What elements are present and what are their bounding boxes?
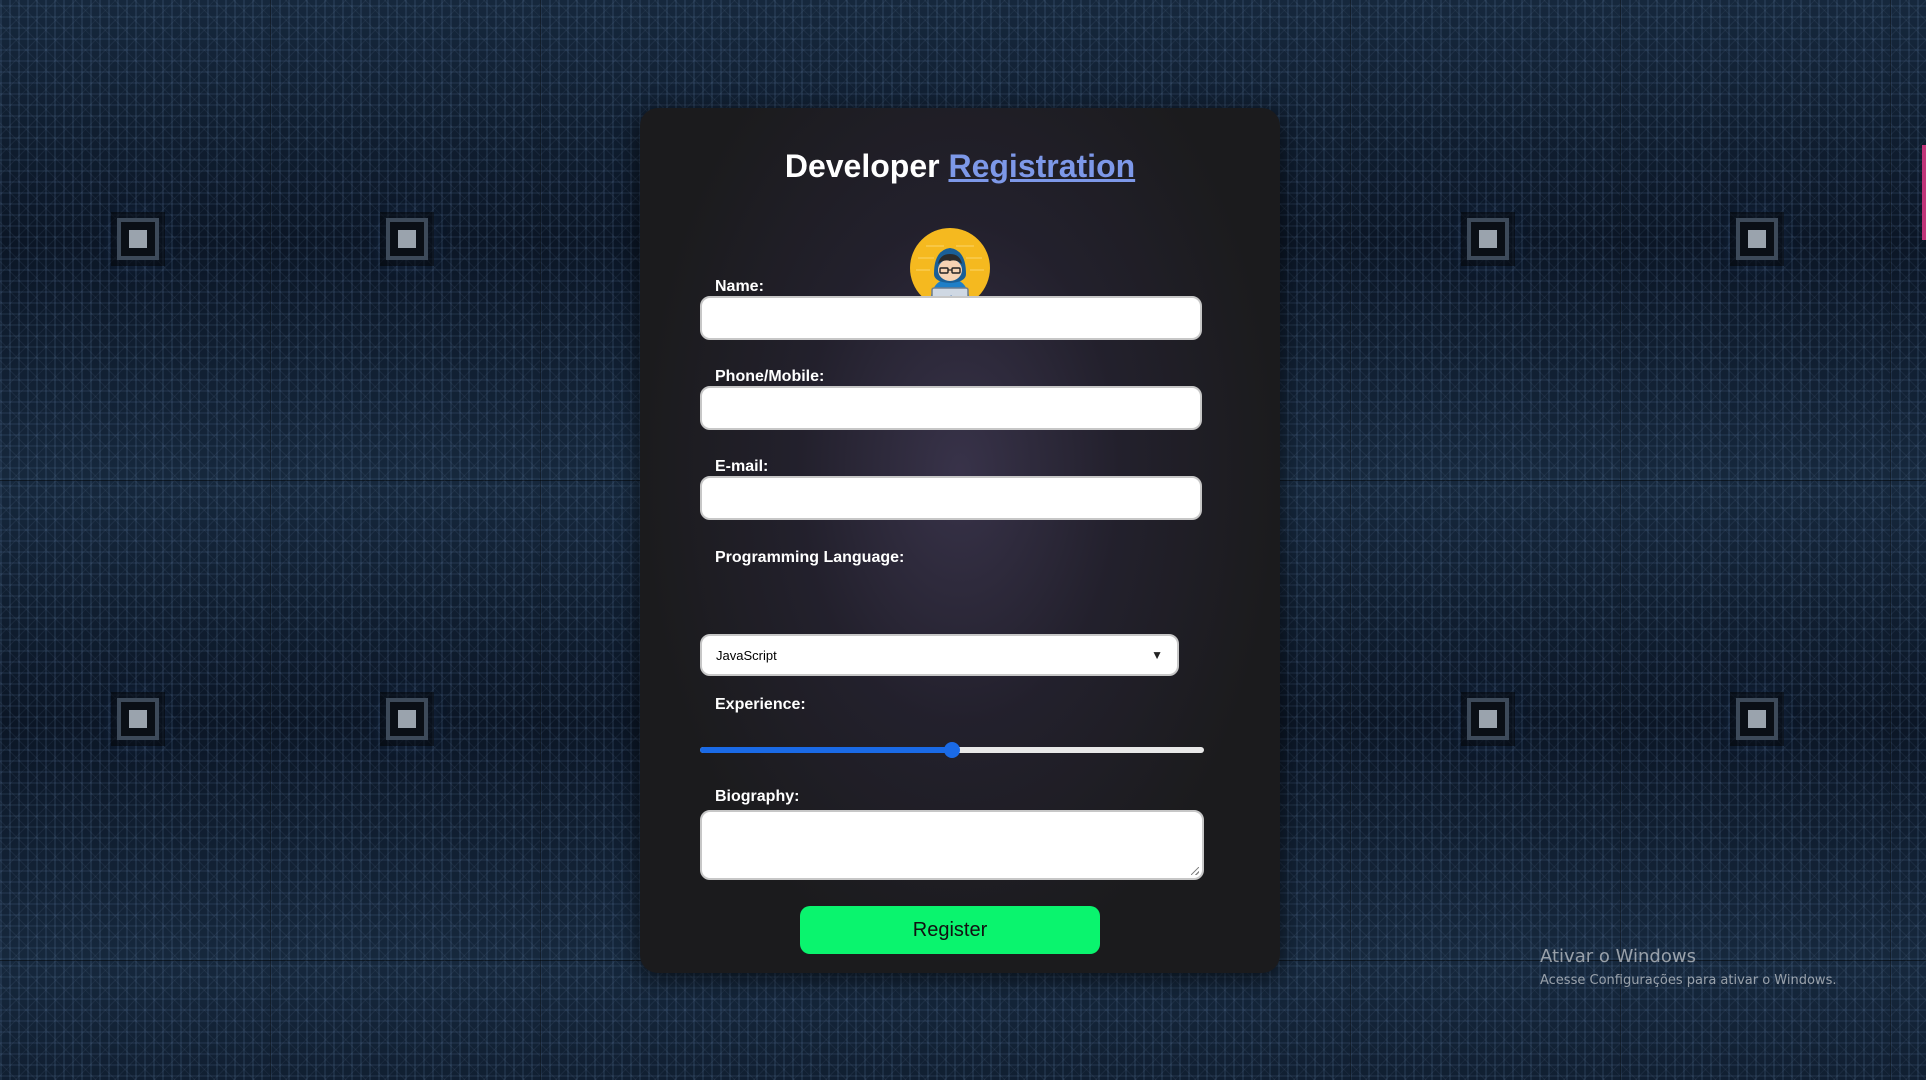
windows-activation-watermark: Ativar o Windows Acesse Configurações pa… [1540,946,1836,988]
programming-language-select[interactable]: JavaScript ▼ [700,634,1179,676]
biography-textarea[interactable] [700,810,1204,880]
circuit-chip-decoration [1467,698,1509,740]
slider-thumb[interactable] [944,742,960,758]
biography-label: Biography: [715,788,800,805]
watermark-subtitle: Acesse Configurações para ativar o Windo… [1540,973,1837,988]
email-label: E-mail: [715,458,769,475]
name-input[interactable] [700,296,1202,340]
title-registration-link[interactable]: Registration [948,148,1135,184]
programming-language-label: Programming Language: [715,549,905,566]
watermark-title: Ativar o Windows [1540,946,1696,967]
circuit-chip-decoration [1467,218,1509,260]
phone-label: Phone/Mobile: [715,368,825,385]
resize-handle-icon[interactable] [1191,867,1199,875]
name-label: Name: [715,278,764,295]
phone-input[interactable] [700,386,1202,430]
experience-label: Experience: [715,696,806,713]
chevron-down-icon: ▼ [1151,648,1163,662]
page-scrollbar[interactable] [1922,145,1926,240]
registration-card: Developer Registration </> Na [640,108,1280,973]
experience-slider[interactable] [700,740,1204,760]
circuit-chip-decoration [117,698,159,740]
circuit-chip-decoration [117,218,159,260]
circuit-chip-decoration [1736,218,1778,260]
register-button[interactable]: Register [800,906,1100,954]
programming-language-selected-value: JavaScript [716,647,777,663]
circuit-chip-decoration [386,698,428,740]
title-text: Developer [784,148,940,184]
circuit-chip-decoration [386,218,428,260]
page-title: Developer Registration [640,148,1280,185]
slider-fill [700,747,952,753]
email-input[interactable] [700,476,1202,520]
circuit-chip-decoration [1736,698,1778,740]
